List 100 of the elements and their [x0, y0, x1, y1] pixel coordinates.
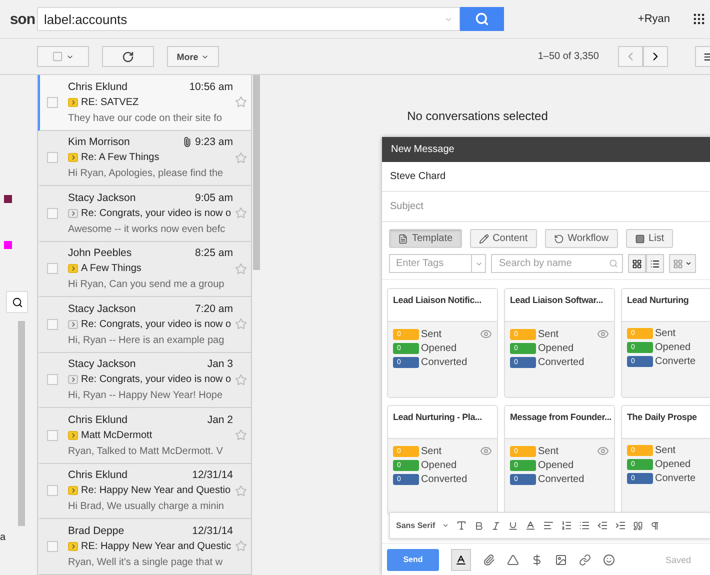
recipient-field[interactable]: Steve Chard: [382, 162, 710, 192]
star-icon[interactable]: [235, 318, 247, 330]
importance-marker-icon[interactable]: [68, 375, 78, 384]
email-row[interactable]: Kim Morrison 9:23 am Re: A Few Things Hi Ryan, Apologies, please find the: [38, 130, 251, 186]
importance-marker-icon[interactable]: [68, 320, 78, 328]
image-icon[interactable]: [555, 554, 567, 566]
star-icon[interactable]: [235, 484, 247, 496]
stat-label: Sent: [420, 446, 443, 456]
indent-more-icon[interactable]: [615, 520, 626, 531]
search-icon: [609, 259, 618, 268]
text-color-icon[interactable]: [525, 520, 536, 531]
text-size-icon[interactable]: [456, 520, 468, 531]
sender-name: John Peebles: [68, 247, 132, 259]
email-row[interactable]: Stacy Jackson 9:05 am Re: Congrats, your video is now o Awesome -- it works now even befc: [38, 186, 251, 242]
sender-name: Brad Deppe: [68, 524, 124, 536]
email-snippet: Hi Ryan, Apologies, please find the: [68, 168, 224, 179]
email-row[interactable]: John Peebles 8:25 am A Few Things Hi Ryan, Can you send me a group: [38, 242, 251, 297]
triangle-icon[interactable]: [507, 554, 519, 566]
dollar-icon[interactable]: [531, 554, 543, 566]
save-status: Saved: [665, 554, 691, 564]
star-icon[interactable]: [235, 262, 247, 274]
row-checkbox[interactable]: [47, 374, 58, 385]
importance-marker-icon[interactable]: [68, 264, 78, 273]
eye-icon[interactable]: [480, 328, 492, 340]
formatting-button[interactable]: [451, 548, 471, 570]
compose-tab[interactable]: Template: [389, 229, 462, 248]
row-checkbox[interactable]: [47, 152, 58, 163]
logo-text: son: [8, 10, 36, 28]
row-checkbox[interactable]: [47, 318, 58, 330]
card-title: The Daily Prospe: [622, 406, 710, 439]
list-view-button[interactable]: [646, 254, 664, 273]
italic-icon[interactable]: [491, 520, 502, 530]
email-row[interactable]: Brad Deppe 12/31/14 RE: Happy New Year and Questic Ryan, Well it's a single page that w: [38, 519, 251, 574]
star-icon[interactable]: [235, 207, 247, 219]
compose-tab[interactable]: List: [626, 229, 674, 248]
bulleted-list-icon[interactable]: [579, 520, 590, 531]
font-dropdown[interactable]: Sans Serif: [396, 521, 436, 530]
row-checkbox[interactable]: [47, 485, 58, 496]
star-icon[interactable]: [235, 96, 247, 108]
email-row[interactable]: Chris Eklund Jan 2 Matt McDermott Ryan, Talked to Matt McDermott. V: [38, 408, 251, 464]
search-button[interactable]: [6, 291, 28, 313]
eye-icon[interactable]: [597, 328, 609, 340]
paperclip-icon[interactable]: [483, 554, 495, 566]
stat-label: Sent: [537, 446, 560, 456]
more-button[interactable]: More: [167, 46, 219, 67]
importance-marker-icon[interactable]: [68, 153, 78, 162]
star-icon[interactable]: [235, 429, 247, 441]
text-format-icon: [455, 554, 467, 566]
email-row[interactable]: Stacy Jackson Jan 3 Re: Congrats, your video is now o Hi, Ryan -- Happy New Year! Hope: [38, 352, 251, 408]
indent-less-icon[interactable]: [597, 520, 608, 531]
email-time: 7:20 am: [195, 302, 233, 314]
grid-view-button[interactable]: [628, 254, 646, 273]
importance-marker-icon[interactable]: [68, 208, 78, 218]
email-snippet: Awesome -- it works now even befc: [68, 224, 226, 234]
stat-label: Sent: [654, 445, 677, 456]
email-snippet: Ryan, Well it's a single page that w: [68, 556, 224, 568]
star-icon[interactable]: [235, 374, 247, 386]
pilcrow-icon[interactable]: [650, 520, 660, 530]
refresh-button[interactable]: [102, 46, 154, 67]
stat-label: Opened: [654, 459, 692, 470]
select-checkbox-dropdown[interactable]: [37, 46, 89, 67]
email-row[interactable]: Chris Eklund 10:56 am RE: SATVEZ They have our code on their site fo: [38, 75, 251, 130]
star-icon[interactable]: [235, 152, 247, 164]
subject-field[interactable]: Subject: [382, 192, 710, 222]
eye-icon[interactable]: [597, 445, 609, 457]
search-field[interactable]: label:accounts: [37, 7, 460, 31]
smiley-icon[interactable]: [603, 554, 615, 566]
compose-tab[interactable]: Workflow: [544, 229, 618, 248]
card-title: Lead Liaison Notific...: [388, 289, 497, 322]
email-time: Jan 3: [207, 358, 233, 370]
row-checkbox[interactable]: [47, 208, 58, 218]
star-icon[interactable]: [235, 540, 247, 552]
layout-dropdown[interactable]: [669, 254, 696, 273]
compose-tab[interactable]: Content: [470, 229, 537, 248]
search-icon: [12, 296, 22, 308]
sender-name: Chris Eklund: [68, 414, 128, 426]
link-icon[interactable]: [579, 554, 591, 566]
quote-icon[interactable]: [633, 520, 644, 530]
apps-grid-icon[interactable]: [692, 12, 706, 26]
row-checkbox[interactable]: [47, 263, 58, 274]
align-icon[interactable]: [543, 520, 554, 531]
importance-marker-icon[interactable]: [68, 98, 78, 106]
numbered-list-icon[interactable]: [561, 520, 572, 531]
row-checkbox[interactable]: [47, 540, 58, 552]
email-snippet: Hi Brad, We usually charge a minin: [68, 501, 225, 512]
card-title: Lead Liaison Softwar...: [505, 289, 614, 322]
importance-marker-icon[interactable]: [68, 430, 78, 440]
row-checkbox[interactable]: [47, 96, 58, 108]
stat-label: Opened: [537, 343, 575, 354]
row-checkbox[interactable]: [47, 430, 58, 440]
eye-icon[interactable]: [480, 445, 492, 457]
bold-icon[interactable]: [474, 520, 484, 530]
email-subject: A Few Things: [81, 263, 142, 274]
account-link[interactable]: +Ryan: [638, 13, 670, 25]
underline-icon[interactable]: [508, 520, 518, 530]
email-row[interactable]: Chris Eklund 12/31/14 Re: Happy New Year and Questio Hi Brad, We usually charge a minin: [38, 464, 251, 519]
email-row[interactable]: Stacy Jackson 7:20 am Re: Congrats, your video is now o Hi, Ryan -- Here is an example pag: [38, 297, 251, 352]
importance-marker-icon[interactable]: [68, 486, 78, 495]
email-snippet: They have our code on their site fo: [68, 112, 223, 124]
importance-marker-icon[interactable]: [68, 542, 78, 550]
